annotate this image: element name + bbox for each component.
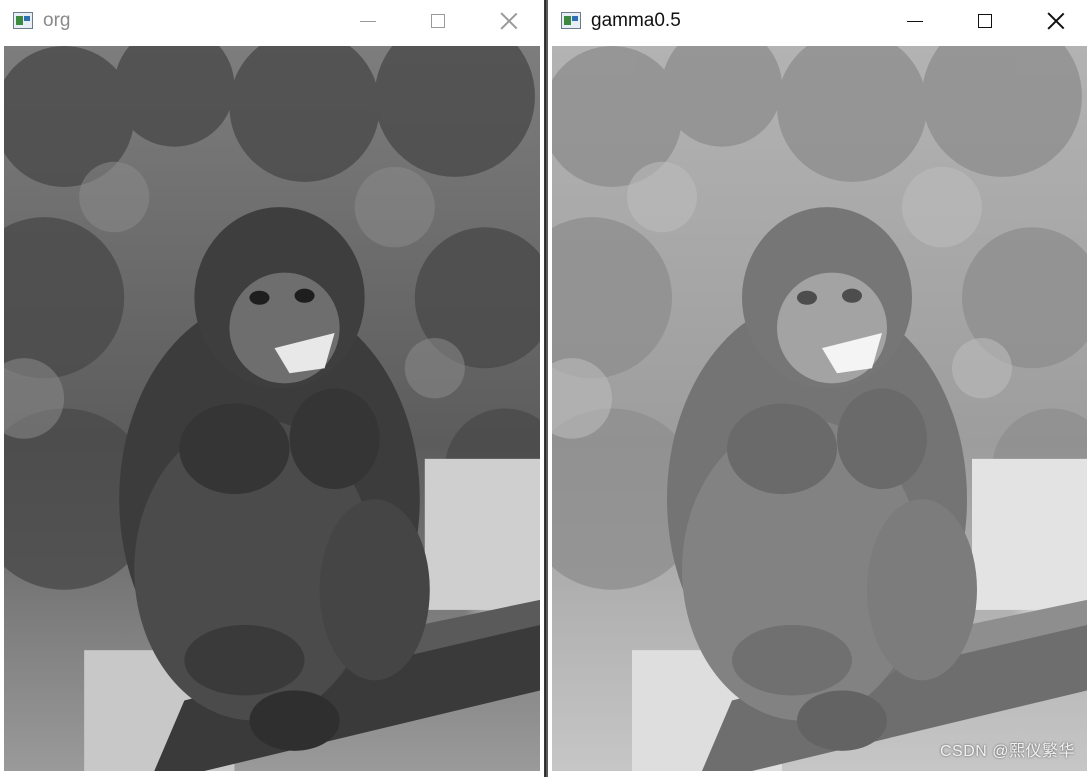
maximize-button[interactable]: [962, 0, 1008, 42]
minimize-button[interactable]: [892, 0, 938, 42]
app-icon: [13, 12, 33, 29]
close-button[interactable]: [1033, 0, 1079, 42]
minimize-icon: [907, 20, 923, 22]
maximize-button[interactable]: [415, 0, 461, 42]
monkey-image-gamma: [552, 46, 1087, 771]
app-icon: [561, 12, 581, 29]
window-gamma: gamma0.5 CSDN @熙仪繁华: [546, 0, 1091, 777]
maximize-icon: [978, 14, 992, 28]
watermark: CSDN @熙仪繁华: [939, 743, 1075, 760]
window-title: gamma0.5: [591, 10, 681, 31]
close-button[interactable]: [486, 0, 532, 42]
window-title: org: [43, 10, 71, 31]
titlebar[interactable]: gamma0.5: [548, 0, 1091, 44]
titlebar[interactable]: org: [0, 0, 544, 44]
minimize-icon: [360, 20, 376, 22]
image-frame: CSDN @熙仪繁华: [552, 46, 1087, 771]
close-icon: [500, 12, 518, 30]
window-org: org: [0, 0, 545, 777]
maximize-icon: [431, 14, 445, 28]
image-frame: [4, 46, 540, 771]
minimize-button[interactable]: [345, 0, 391, 42]
monkey-image-original: [4, 46, 540, 771]
close-icon: [1047, 12, 1065, 30]
